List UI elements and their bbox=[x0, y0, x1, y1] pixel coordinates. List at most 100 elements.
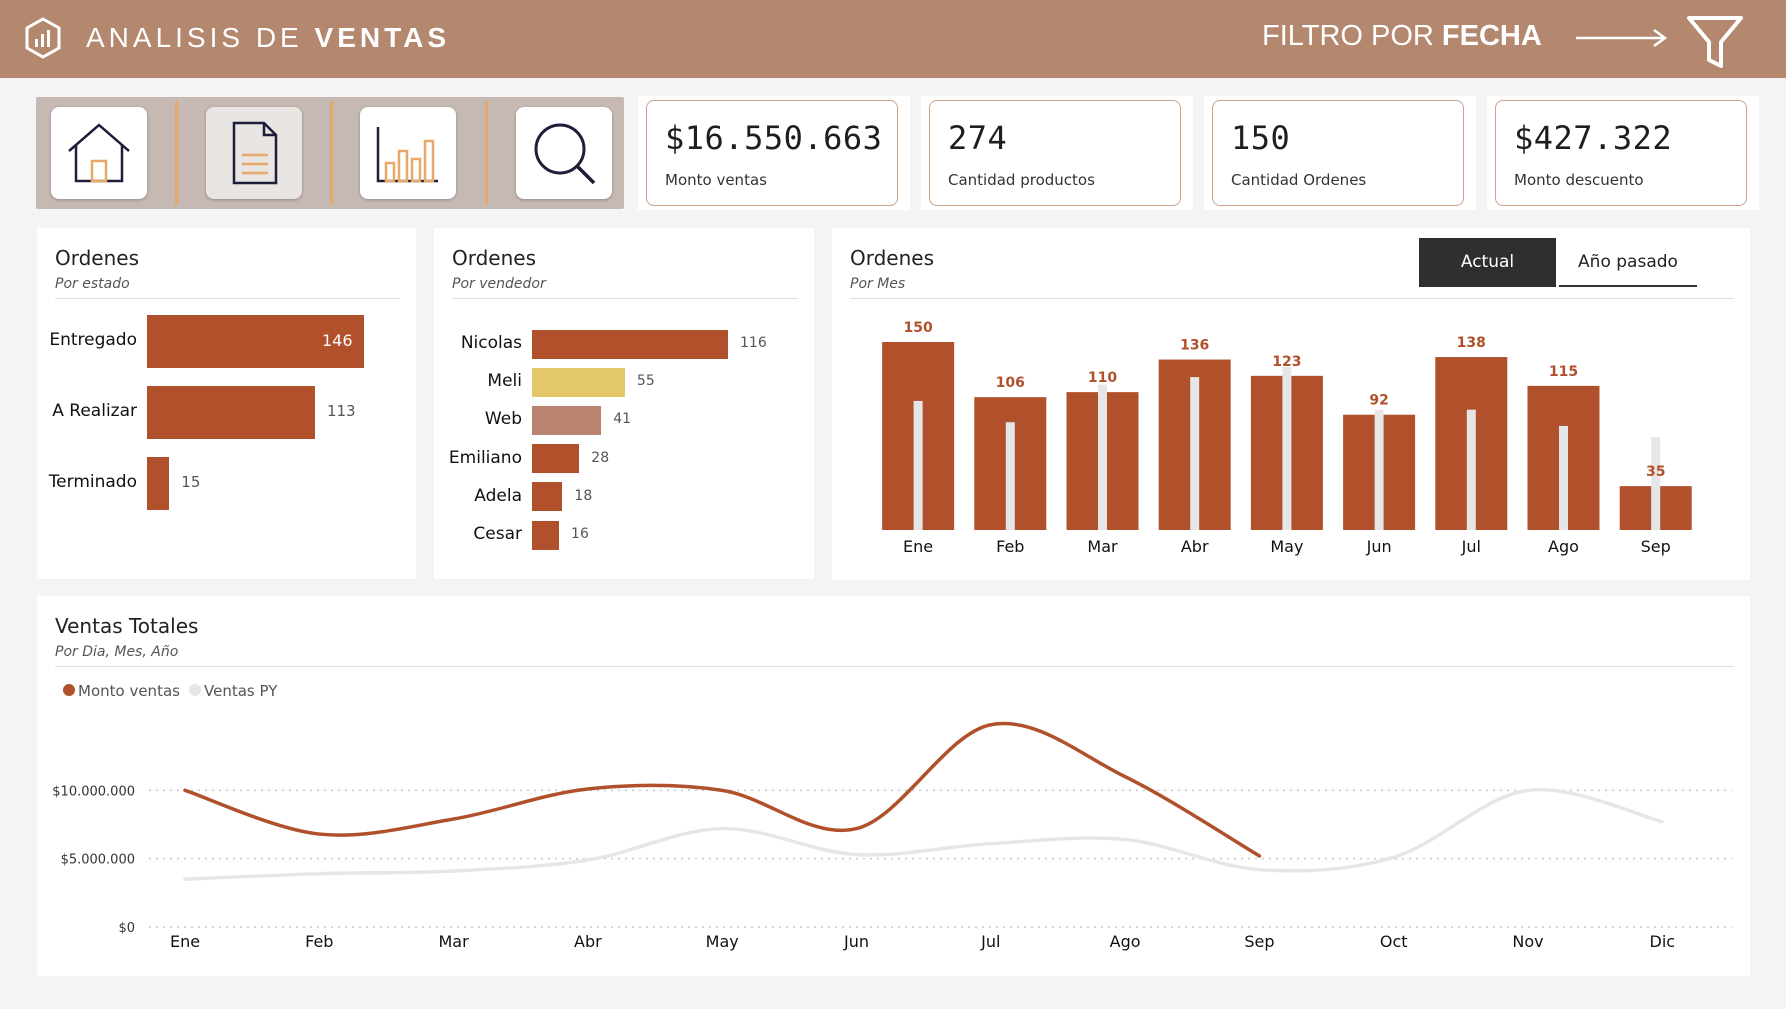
app-logo-icon bbox=[25, 17, 61, 59]
x-tick-label: Feb bbox=[996, 537, 1024, 556]
filter-funnel-icon[interactable] bbox=[1686, 14, 1744, 70]
bar-category-label: Terminado bbox=[48, 472, 137, 492]
y-tick-label: $5.000.000 bbox=[61, 853, 135, 868]
bar-category-label: Emiliano bbox=[448, 447, 522, 468]
filter-caption: FILTRO POR FECHA bbox=[1262, 20, 1542, 53]
legend-marker bbox=[189, 684, 201, 696]
x-tick-label: Jul bbox=[1461, 537, 1481, 556]
kpi-value: $427.322 bbox=[1514, 119, 1673, 157]
x-tick-label: May bbox=[706, 932, 739, 951]
bar-value-label: 146 bbox=[322, 331, 353, 350]
bar-value-label: 138 bbox=[1457, 335, 1486, 351]
kpi-card-cantidad-productos: 274 Cantidad productos bbox=[921, 96, 1193, 210]
kpi-box: $427.322 Monto descuento bbox=[1495, 100, 1747, 206]
filter-bold: FECHA bbox=[1441, 20, 1542, 52]
kpi-value: $16.550.663 bbox=[665, 119, 883, 157]
navigation-bar bbox=[36, 97, 624, 209]
title-light: ANALISIS DE bbox=[86, 22, 315, 53]
card-subtitle: Por vendedor bbox=[452, 276, 546, 292]
kpi-box: 150 Cantidad Ordenes bbox=[1212, 100, 1464, 206]
card-title: Ordenes bbox=[452, 246, 537, 270]
legend-label: Monto ventas bbox=[78, 682, 180, 700]
y-tick-label: $10.000.000 bbox=[52, 784, 135, 799]
x-tick-label: Ene bbox=[903, 537, 933, 556]
bar-chart-icon bbox=[376, 127, 438, 183]
bar bbox=[532, 367, 625, 397]
x-tick-label: Jul bbox=[980, 932, 1000, 951]
dashboard-title: ANALISIS DE VENTAS bbox=[86, 22, 450, 54]
x-tick-label: May bbox=[1270, 537, 1303, 556]
report-button[interactable] bbox=[206, 107, 302, 199]
month-bar-previous-year bbox=[1005, 422, 1015, 530]
document-icon bbox=[232, 121, 278, 185]
toggle-actual-button[interactable]: Actual bbox=[1419, 238, 1556, 287]
bar-category-label: Adela bbox=[474, 485, 522, 506]
bar-category-label: Cesar bbox=[473, 524, 522, 544]
toggle-ano-pasado-button[interactable]: Año pasado bbox=[1559, 238, 1697, 287]
x-tick-label: Nov bbox=[1512, 932, 1543, 951]
bar-category-label: Entregado bbox=[49, 330, 137, 350]
series-line-ventas-py bbox=[183, 787, 1665, 881]
kpi-label: Cantidad productos bbox=[948, 171, 1095, 189]
legend-marker bbox=[63, 684, 75, 696]
card-subtitle: Por estado bbox=[55, 276, 130, 292]
charts-button[interactable] bbox=[360, 107, 456, 199]
title-bold: VENTAS bbox=[314, 22, 451, 53]
x-tick-label: Abr bbox=[1181, 537, 1209, 556]
search-button[interactable] bbox=[516, 107, 612, 199]
x-tick-label: Abr bbox=[574, 932, 602, 951]
kpi-label: Monto descuento bbox=[1514, 171, 1644, 189]
x-tick-label: Ago bbox=[1548, 537, 1579, 556]
home-button[interactable] bbox=[51, 107, 147, 199]
bar-value-label: 123 bbox=[1272, 354, 1301, 370]
bar bbox=[532, 444, 580, 474]
bar bbox=[147, 385, 315, 439]
kpi-card-cantidad-ordenes: 150 Cantidad Ordenes bbox=[1204, 96, 1476, 210]
bar bbox=[532, 482, 563, 512]
kpi-value: 274 bbox=[948, 119, 1008, 157]
month-bar-previous-year bbox=[1098, 384, 1107, 530]
x-tick-label: Ene bbox=[170, 932, 200, 951]
bar-value-label: 16 bbox=[571, 526, 589, 542]
y-tick-label: $0 bbox=[118, 921, 135, 936]
x-tick-label: Feb bbox=[305, 932, 333, 951]
sales-line-chart: $10.000.000 $5.000.000 $0 Ene Feb Mar Abr May Ju… bbox=[52, 682, 1732, 951]
bar-value-label: 110 bbox=[1088, 370, 1117, 386]
bar-value-label: 116 bbox=[740, 335, 767, 351]
x-tick-label: Ago bbox=[1110, 932, 1141, 951]
bar-value-label: 92 bbox=[1369, 393, 1388, 409]
bar-value-label: 15 bbox=[181, 473, 201, 491]
x-tick-label: Sep bbox=[1641, 537, 1671, 556]
home-icon bbox=[68, 123, 130, 183]
month-bar-previous-year bbox=[1559, 425, 1568, 530]
nav-divider bbox=[330, 101, 333, 205]
total-sales-card: Ventas Totales Por Dia, Mes, Año $10.000… bbox=[37, 596, 1750, 976]
legend-label: Ventas PY bbox=[204, 682, 278, 700]
bar-value-label: 41 bbox=[613, 411, 632, 428]
bar-value-label: 55 bbox=[636, 373, 655, 390]
month-bar-previous-year bbox=[1190, 377, 1200, 530]
x-tick-label: Dic bbox=[1650, 932, 1676, 951]
bar bbox=[532, 520, 560, 550]
kpi-card-monto-ventas: $16.550.663 Monto ventas bbox=[638, 96, 910, 210]
bar-value-label: 35 bbox=[1646, 464, 1665, 480]
orders-by-seller-card: Ordenes Por vendedor Nicolas 116 Meli 55 Web… bbox=[434, 228, 814, 579]
kpi-box: $16.550.663 Monto ventas bbox=[646, 100, 898, 206]
card-title: Ordenes bbox=[55, 246, 140, 270]
filter-light: FILTRO POR bbox=[1262, 20, 1442, 52]
nav-divider bbox=[485, 101, 488, 205]
x-tick-label: Jun bbox=[843, 932, 869, 951]
bar-category-label: A Realizar bbox=[52, 401, 137, 421]
bar bbox=[532, 405, 602, 435]
kpi-value: 150 bbox=[1231, 119, 1291, 157]
app-header: ANALISIS DE VENTAS FILTRO POR FECHA bbox=[0, 0, 1786, 78]
bar-value-label: 115 bbox=[1549, 364, 1578, 380]
x-tick-label: Oct bbox=[1380, 932, 1408, 951]
month-bar-previous-year bbox=[1374, 409, 1384, 530]
bar-category-label: Nicolas bbox=[460, 333, 522, 353]
card-divider bbox=[55, 298, 400, 299]
bar-value-label: 150 bbox=[903, 320, 932, 336]
bar-value-label: 136 bbox=[1180, 338, 1209, 354]
month-bar-previous-year bbox=[913, 400, 923, 530]
bar-category-label: Web bbox=[484, 409, 522, 430]
